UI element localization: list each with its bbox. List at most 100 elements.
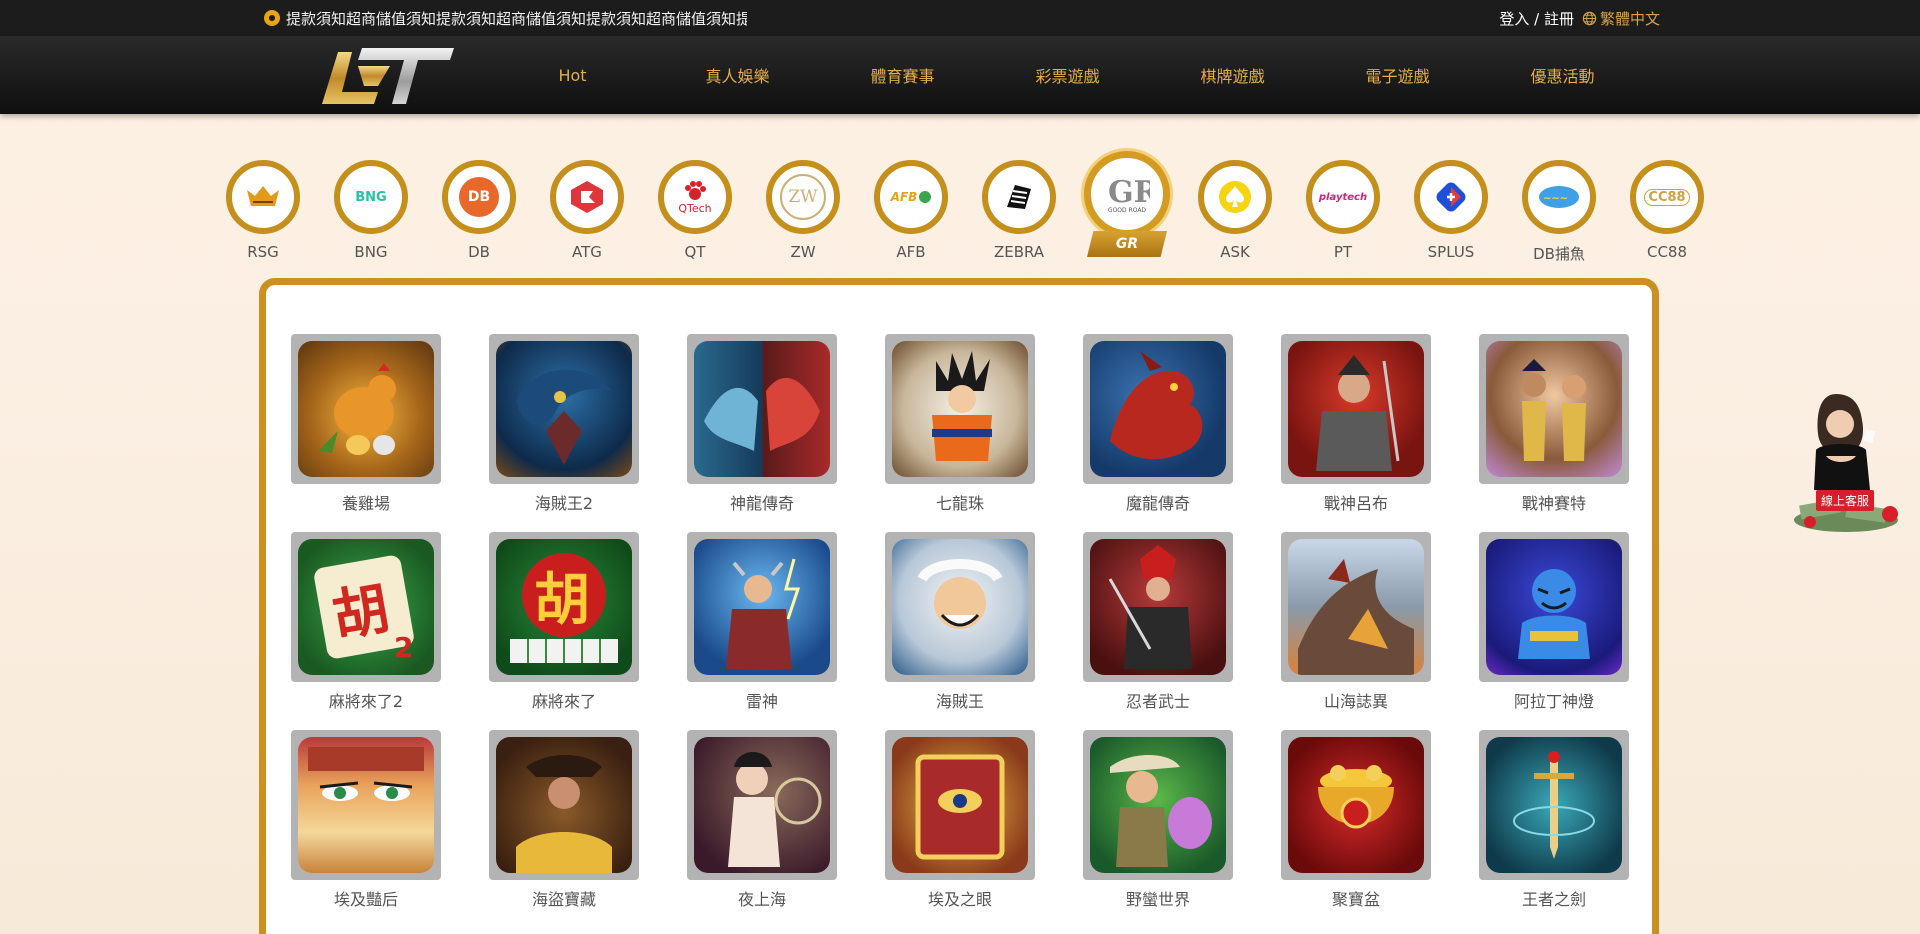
game-thumbnail <box>496 737 632 873</box>
customer-service-avatar-icon <box>1794 394 1898 532</box>
announcement-text: 提款須知超商儲值須知提款須知超商儲值須知提款須知超商儲值須知提 <box>286 9 747 28</box>
site-logo[interactable] <box>318 42 454 106</box>
provider-rsg[interactable]: RSG <box>209 155 317 263</box>
game-name: 埃及之眼 <box>927 890 992 909</box>
bng-logo-icon: BNG <box>334 160 408 234</box>
game-card-demon-dragon-legend[interactable]: 魔龍傳奇 <box>1083 334 1233 532</box>
game-card-wild-world[interactable]: 野蠻世界 <box>1083 730 1233 928</box>
ask-logo-icon <box>1198 160 1272 234</box>
nav-item-card-games[interactable]: 棋牌遊戲 <box>1150 36 1315 114</box>
nav-item-live-casino[interactable]: 真人娛樂 <box>655 36 820 114</box>
gr-logo-icon: GR GOOD ROAD <box>1084 151 1170 237</box>
nav-item-promotions[interactable]: 優惠活動 <box>1480 36 1645 114</box>
game-name: 王者之劍 <box>1521 890 1586 909</box>
game-card-cleopatra[interactable]: 埃及豔后 <box>291 730 441 928</box>
login-register-link[interactable]: 登入 / 註冊 <box>1499 8 1574 29</box>
provider-ask[interactable]: ASK <box>1181 155 1289 263</box>
bng-logo-text: BNG <box>355 189 387 205</box>
provider-qt[interactable]: QTech QT <box>641 155 749 263</box>
provider-atg[interactable]: ATG <box>533 155 641 263</box>
qt-logo-icon: QTech <box>658 160 732 234</box>
provider-label-active: GR <box>1087 231 1167 257</box>
afb-logo-icon: AFB <box>874 160 948 234</box>
game-card-eye-of-egypt[interactable]: 埃及之眼 <box>885 730 1035 928</box>
main-nav: Hot 真人娛樂 體育賽事 彩票遊戲 棋牌遊戲 電子遊戲 優惠活動 <box>0 36 1920 114</box>
provider-label: ZW <box>790 243 816 261</box>
game-card-mountain-sea[interactable]: 山海誌異 <box>1281 532 1431 730</box>
game-name: 七龍珠 <box>935 494 984 513</box>
provider-label: RSG <box>247 243 279 261</box>
afb-logo-text: AFB <box>890 190 918 204</box>
game-card-pirate-treasure[interactable]: 海盜寶藏 <box>489 730 639 928</box>
provider-db[interactable]: DB DB <box>425 155 533 263</box>
game-thumbnail <box>892 341 1028 477</box>
pt-logo-text: playtech <box>1318 191 1368 203</box>
game-card-mahjong[interactable]: 胡 麻將來了 <box>489 532 639 730</box>
svg-text:胡: 胡 <box>328 575 395 650</box>
svg-text:GR: GR <box>1108 175 1150 207</box>
db-fishing-logo-icon: ~~~ <box>1522 160 1596 234</box>
db-logo-text: DB <box>467 189 491 205</box>
game-name: 麻將來了2 <box>328 692 404 711</box>
game-name: 麻將來了 <box>531 692 596 711</box>
game-card-treasure-bowl[interactable]: 聚寶盆 <box>1281 730 1431 928</box>
game-name: 海盜寶藏 <box>531 890 596 909</box>
provider-zw[interactable]: ZW ZW <box>749 155 857 263</box>
atg-logo-icon <box>550 160 624 234</box>
game-thumbnail <box>694 341 830 477</box>
game-card-chicken-farm[interactable]: 養雞場 <box>291 334 441 532</box>
nav-item-sports[interactable]: 體育賽事 <box>820 36 985 114</box>
announcement-icon <box>264 10 280 26</box>
provider-cc88[interactable]: CC88 CC88 <box>1613 155 1721 263</box>
nav-item-slots[interactable]: 電子遊戲 <box>1315 36 1480 114</box>
svg-text:2: 2 <box>394 631 413 664</box>
zw-logo-icon: ZW <box>766 160 840 234</box>
provider-label: DB <box>468 243 490 261</box>
game-card-dragon-ball[interactable]: 七龍珠 <box>885 334 1035 532</box>
customer-service-widget[interactable]: 線上客服 <box>1786 390 1908 540</box>
game-name: 阿拉丁神燈 <box>1513 692 1594 711</box>
game-thumbnail <box>694 737 830 873</box>
provider-afb[interactable]: AFB AFB <box>857 155 965 263</box>
game-thumbnail: 胡2 <box>298 539 434 675</box>
game-card-king-sword[interactable]: 王者之劍 <box>1479 730 1629 928</box>
game-card-one-piece-2[interactable]: 海賊王2 <box>489 334 639 532</box>
provider-zebra[interactable]: ZEBRA <box>965 155 1073 263</box>
rsg-logo-icon <box>226 160 300 234</box>
game-card-night-shanghai[interactable]: 夜上海 <box>687 730 837 928</box>
pt-logo-icon: playtech <box>1306 160 1380 234</box>
provider-list: RSG BNG BNG DB DB ATG QTech QT ZW ZW AFB… <box>209 151 1721 263</box>
nav-item-lottery[interactable]: 彩票遊戲 <box>985 36 1150 114</box>
game-name: 野蠻世界 <box>1125 890 1190 909</box>
game-card-god-of-war-set[interactable]: 戰神賽特 <box>1479 334 1629 532</box>
zw-logo-text: ZW <box>788 187 818 207</box>
provider-pt[interactable]: playtech PT <box>1289 155 1397 263</box>
game-thumbnail: 胡 <box>496 539 632 675</box>
game-card-mahjong-2[interactable]: 胡2 麻將來了2 <box>291 532 441 730</box>
topbar-actions: 登入 / 註冊 繁體中文 <box>1499 0 1660 36</box>
game-card-dragon-legend[interactable]: 神龍傳奇 <box>687 334 837 532</box>
provider-db-fishing[interactable]: ~~~ DB捕魚 <box>1505 155 1613 263</box>
game-card-aladdin[interactable]: 阿拉丁神燈 <box>1479 532 1629 730</box>
game-thumbnail <box>892 539 1028 675</box>
game-name: 神龍傳奇 <box>729 494 794 513</box>
game-card-thor[interactable]: 雷神 <box>687 532 837 730</box>
game-card-lu-bu[interactable]: 戰神呂布 <box>1281 334 1431 532</box>
db-logo-icon: DB <box>442 160 516 234</box>
game-card-ninja-samurai[interactable]: 忍者武士 <box>1083 532 1233 730</box>
game-card-one-piece[interactable]: 海賊王 <box>885 532 1035 730</box>
provider-label: CC88 <box>1646 243 1688 261</box>
game-thumbnail <box>1486 539 1622 675</box>
provider-bng[interactable]: BNG BNG <box>317 155 425 263</box>
language-selector[interactable]: 繁體中文 <box>1582 8 1660 29</box>
announcement-marquee[interactable]: 提款須知超商儲值須知提款須知超商儲值須知提款須知超商儲值須知提 <box>264 0 747 36</box>
provider-gr[interactable]: GR GOOD ROAD GR <box>1073 151 1181 263</box>
nav-item-hot[interactable]: Hot <box>490 36 655 114</box>
provider-splus[interactable]: SPLUS <box>1397 155 1505 263</box>
game-name: 海賊王 <box>935 692 984 711</box>
provider-label: ZEBRA <box>993 243 1045 261</box>
splus-logo-icon <box>1414 160 1488 234</box>
game-name: 忍者武士 <box>1125 692 1190 711</box>
svg-text:胡: 胡 <box>534 567 590 633</box>
game-thumbnail <box>298 341 434 477</box>
